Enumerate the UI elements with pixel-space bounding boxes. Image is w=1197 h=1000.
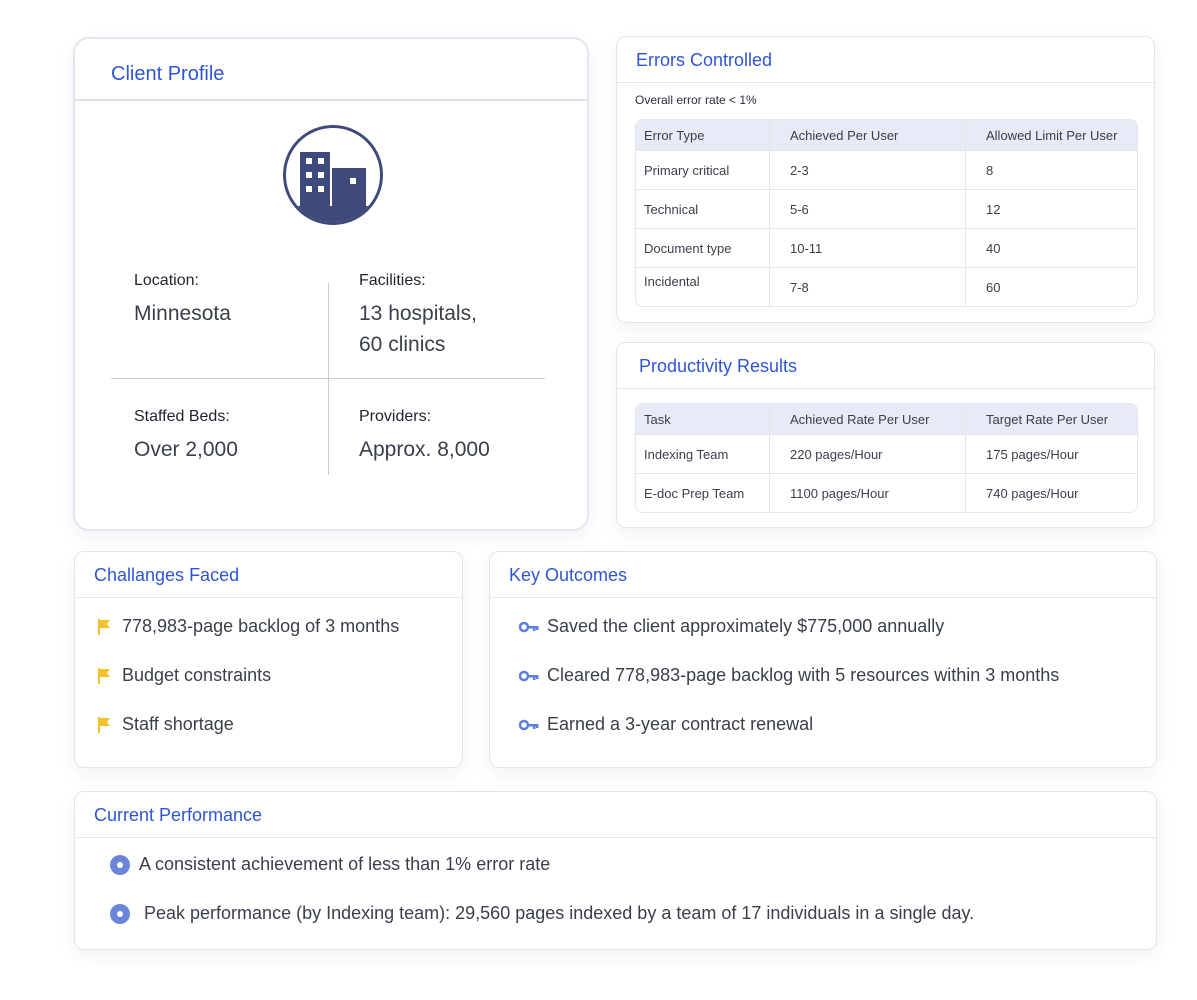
client-profile-title: Client Profile [75,39,587,101]
facilities-value-line1: 13 hospitals, [359,302,477,325]
key-icon [519,719,539,730]
list-item: Earned a 3-year contract renewal [519,714,813,735]
productivity-results-card: Productivity Results Task Achieved Rate … [616,342,1155,528]
flag-icon [98,618,110,635]
facilities-value-line2: 60 clinics [359,333,446,356]
productivity-results-title: Productivity Results [617,343,1154,389]
table-cell: E-doc Prep Team [636,473,769,512]
performance-text: Peak performance (by Indexing team): 29,… [144,903,975,923]
table-cell: 7-8 [769,267,965,306]
list-item: Peak performance (by Indexing team): 29,… [110,903,974,924]
table-cell: 1100 pages/Hour [769,473,965,512]
table-cell: 175 pages/Hour [965,434,1137,473]
facilities-label: Facilities: [359,272,426,289]
outcome-text: Saved the client approximately $775,000 … [547,616,945,636]
table-cell: 12 [965,189,1137,228]
list-item: A consistent achievement of less than 1%… [110,854,550,875]
table-cell: Technical [636,189,769,228]
table-cell: Primary critical [636,150,769,189]
outcome-text: Cleared 778,983-page backlog with 5 reso… [547,665,1060,685]
table-cell: 740 pages/Hour [965,473,1137,512]
errors-table: Error Type Achieved Per User Allowed Lim… [635,119,1138,307]
challenges-title: Challanges Faced [75,552,462,598]
current-performance-card: Current Performance A consistent achieve… [74,791,1157,950]
bullet-dot-icon [110,903,130,924]
table-row: E-doc Prep Team 1100 pages/Hour 740 page… [636,473,1137,512]
challenge-text: 778,983-page backlog of 3 months [122,616,400,636]
client-profile-card: Client Profile Location: Minnesota Facil… [73,37,589,531]
horizontal-divider [111,378,545,379]
list-item: Cleared 778,983-page backlog with 5 reso… [519,665,1059,686]
flag-icon [98,716,110,733]
table-cell: 60 [965,267,1137,306]
error-rate-note: Overall error rate < 1% [635,93,757,107]
challenge-text: Staff shortage [122,714,234,734]
errors-controlled-title: Errors Controlled [617,37,1154,83]
staffed-beds-stat: Staffed Beds: Over 2,000 [134,408,334,465]
table-cell: Document type [636,228,769,267]
errors-controlled-card: Errors Controlled Overall error rate < 1… [616,36,1155,323]
table-row: Primary critical 2-3 8 [636,150,1137,189]
table-row: Technical 5-6 12 [636,189,1137,228]
table-cell: 40 [965,228,1137,267]
location-stat: Location: Minnesota [134,272,334,329]
providers-label: Providers: [359,408,432,425]
productivity-table: Task Achieved Rate Per User Target Rate … [635,403,1138,513]
table-cell: 2-3 [769,150,965,189]
table-header: Task [636,404,769,434]
key-icon [519,670,539,681]
table-header: Error Type [636,120,769,150]
list-item: Staff shortage [98,714,234,735]
performance-text: A consistent achievement of less than 1%… [139,854,551,874]
key-outcomes-card: Key Outcomes Saved the client approximat… [489,551,1157,768]
key-outcomes-title: Key Outcomes [490,552,1156,598]
staffed-beds-value: Over 2,000 [134,438,238,461]
table-cell: 220 pages/Hour [769,434,965,473]
location-value: Minnesota [134,302,231,325]
staffed-beds-label: Staffed Beds: [134,408,230,425]
table-cell: 8 [965,150,1137,189]
table-cell: Indexing Team [636,434,769,473]
building-icon [283,125,383,225]
challenge-text: Budget constraints [122,665,272,685]
table-cell: Incidental [636,267,769,306]
facilities-stat: Facilities: 13 hospitals, 60 clinics [359,272,559,360]
providers-stat: Providers: Approx. 8,000 [359,408,559,465]
list-item: Budget constraints [98,665,271,686]
table-cell: 10-11 [769,228,965,267]
table-header: Target Rate Per User [965,404,1137,434]
table-cell: 5-6 [769,189,965,228]
current-performance-title: Current Performance [75,792,1156,838]
list-item: Saved the client approximately $775,000 … [519,616,944,637]
providers-value: Approx. 8,000 [359,438,490,461]
list-item: 778,983-page backlog of 3 months [98,616,399,637]
bullet-dot-icon [110,854,130,875]
table-row: Document type 10-11 40 [636,228,1137,267]
table-row: Incidental 7-8 60 [636,267,1137,306]
key-icon [519,621,539,632]
table-row: Indexing Team 220 pages/Hour 175 pages/H… [636,434,1137,473]
table-header-row: Task Achieved Rate Per User Target Rate … [636,404,1137,434]
table-header: Achieved Rate Per User [769,404,965,434]
table-header: Allowed Limit Per User [965,120,1137,150]
table-header-row: Error Type Achieved Per User Allowed Lim… [636,120,1137,150]
flag-icon [98,667,110,684]
outcome-text: Earned a 3-year contract renewal [547,714,814,734]
table-header: Achieved Per User [769,120,965,150]
challenges-card: Challanges Faced 778,983-page backlog of… [74,551,463,768]
location-label: Location: [134,272,199,289]
